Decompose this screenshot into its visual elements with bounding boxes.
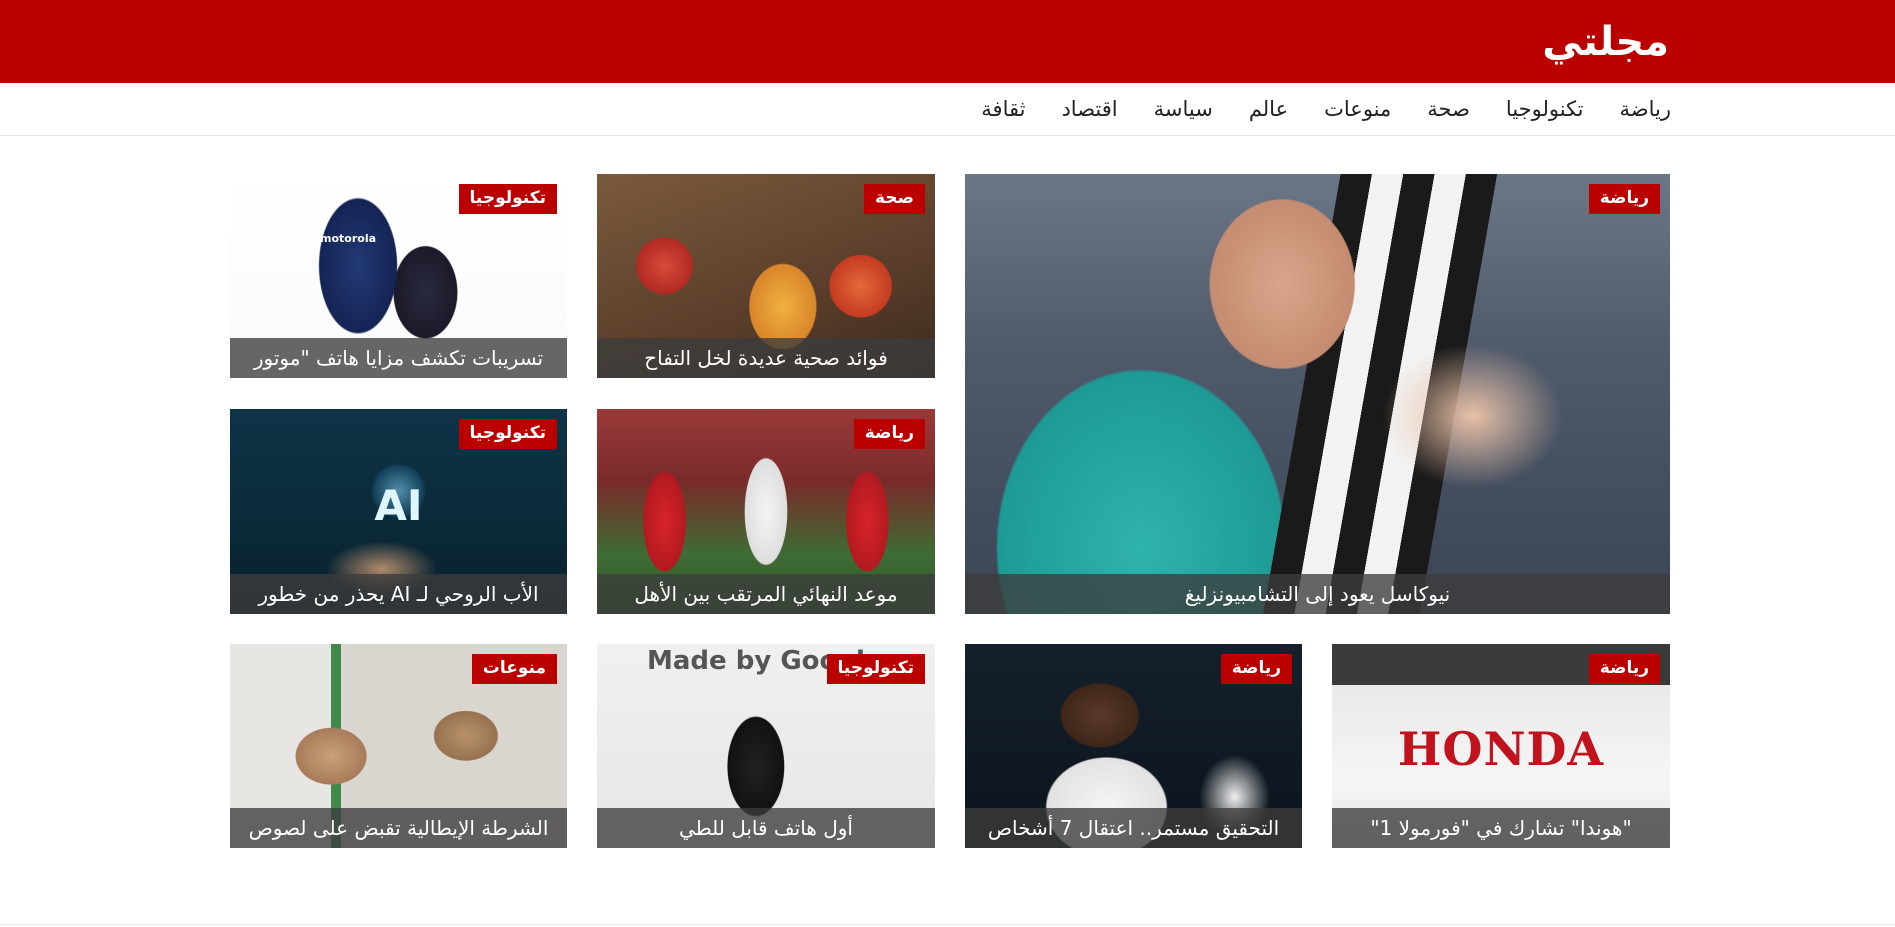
nav-item-culture[interactable]: ثقافة <box>981 83 1025 136</box>
category-badge[interactable]: صحة <box>864 184 925 214</box>
honda-logo-text: HONDA <box>1397 722 1605 776</box>
nav-item-sports[interactable]: رياضة <box>1620 83 1671 136</box>
nav-item-misc[interactable]: منوعات <box>1324 83 1391 136</box>
motorola-brand-text: motorola <box>320 232 377 245</box>
category-badge[interactable]: رياضة <box>1588 654 1660 684</box>
football-celebration-photo <box>965 174 1670 614</box>
category-badge[interactable]: تكنولوجيا <box>458 419 557 449</box>
category-badge[interactable]: رياضة <box>1588 184 1660 214</box>
article-card-final-match[interactable]: رياضة موعد النهائي المرتقب بين الأهل <box>597 409 935 614</box>
category-badge[interactable]: رياضة <box>853 419 925 449</box>
article-card-ai[interactable]: AI تكنولوجيا الأب الروحي لـ AI يحذر من خ… <box>230 409 567 614</box>
category-badge[interactable]: تكنولوجيا <box>458 184 557 214</box>
article-card-investigation[interactable]: رياضة التحقيق مستمر.. اعتقال 7 أشخاص <box>965 644 1302 848</box>
article-title[interactable]: نيوكاسل يعود إلى التشامبيونزليغ <box>965 574 1670 614</box>
category-badge[interactable]: تكنولوجيا <box>826 654 925 684</box>
site-logo[interactable]: مجلتي <box>1542 18 1669 66</box>
nav-item-technology[interactable]: تكنولوجيا <box>1506 83 1584 136</box>
article-card-foldable-phone[interactable]: Made by Google تكنولوجيا أول هاتف قابل ل… <box>597 644 935 848</box>
article-card-honda[interactable]: HONDA رياضة "هوندا" تشارك في "فورمولا 1" <box>1332 644 1670 848</box>
ai-overlay-text: AI <box>374 481 423 530</box>
article-title[interactable]: أول هاتف قابل للطي <box>597 808 935 848</box>
nav-list: رياضة تكنولوجيا صحة منوعات عالم سياسة اق… <box>981 83 1671 136</box>
article-card-pottery[interactable]: منوعات الشرطة الإيطالية تقبض على لصوص <box>230 644 567 848</box>
main-nav: رياضة تكنولوجيا صحة منوعات عالم سياسة اق… <box>0 83 1895 136</box>
nav-item-health[interactable]: صحة <box>1427 83 1470 136</box>
article-title[interactable]: فوائد صحية عديدة لخل التفاح <box>597 338 935 378</box>
footer-divider <box>0 924 1895 925</box>
nav-item-economy[interactable]: اقتصاد <box>1061 83 1117 136</box>
nav-item-politics[interactable]: سياسة <box>1154 83 1213 136</box>
article-card-apple-vinegar[interactable]: صحة فوائد صحية عديدة لخل التفاح <box>597 174 935 378</box>
article-card-hero[interactable]: رياضة نيوكاسل يعود إلى التشامبيونزليغ <box>965 174 1670 614</box>
article-title[interactable]: الشرطة الإيطالية تقبض على لصوص <box>230 808 567 848</box>
category-badge[interactable]: منوعات <box>471 654 557 684</box>
article-card-motorola[interactable]: motorola تكنولوجيا تسريبات تكشف مزايا ها… <box>230 174 567 378</box>
nav-item-world[interactable]: عالم <box>1249 83 1288 136</box>
article-title[interactable]: الأب الروحي لـ AI يحذر من خطور <box>230 574 567 614</box>
site-header: مجلتي <box>0 0 1895 83</box>
category-badge[interactable]: رياضة <box>1220 654 1292 684</box>
article-title[interactable]: تسريبات تكشف مزايا هاتف "موتور <box>230 338 567 378</box>
article-title[interactable]: موعد النهائي المرتقب بين الأهل <box>597 574 935 614</box>
article-title[interactable]: "هوندا" تشارك في "فورمولا 1" <box>1332 808 1670 848</box>
article-title[interactable]: التحقيق مستمر.. اعتقال 7 أشخاص <box>965 808 1302 848</box>
